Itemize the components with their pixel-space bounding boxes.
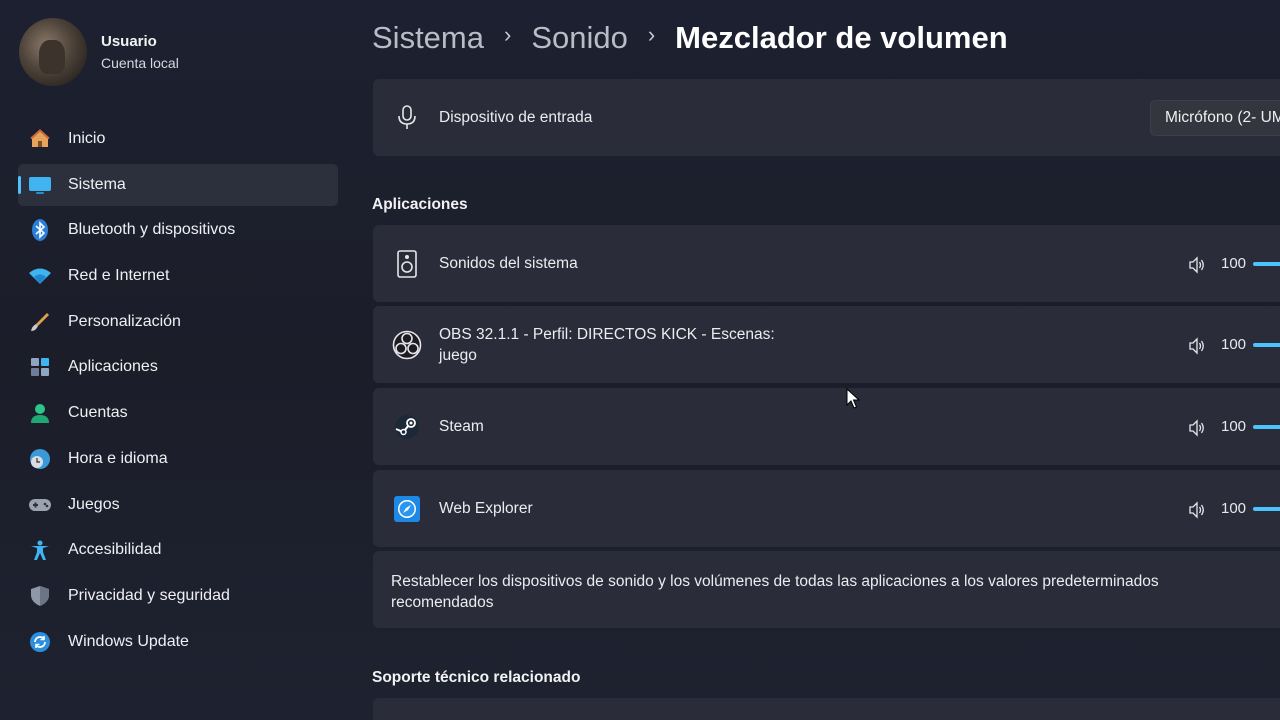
sidebar-item-label: Aplicaciones [68, 358, 158, 376]
breadcrumb-sonido[interactable]: Sonido [531, 20, 628, 56]
input-device-card: Dispositivo de entrada Micrófono (2- UM [373, 79, 1280, 156]
home-icon [28, 127, 52, 151]
related-support-card[interactable] [373, 698, 1280, 720]
monitor-icon [28, 173, 52, 197]
obs-icon [391, 329, 423, 361]
bluetooth-icon [28, 218, 52, 242]
breadcrumb-sistema[interactable]: Sistema [372, 20, 484, 56]
sidebar-item-red[interactable]: Red e Internet [18, 255, 338, 297]
input-device-dropdown[interactable]: Micrófono (2- UM [1150, 100, 1280, 136]
update-icon [28, 630, 52, 654]
app-row-steam: Steam 100 [373, 388, 1280, 465]
sidebar-item-label: Hora e idioma [68, 449, 168, 467]
sidebar-item-label: Accesibilidad [68, 541, 162, 559]
volume-icon[interactable] [1188, 256, 1206, 274]
sidebar-item-label: Juegos [68, 495, 120, 513]
breadcrumb: Sistema › Sonido › Mezclador de volumen [372, 20, 1008, 56]
brush-icon [28, 310, 52, 334]
volume-slider[interactable] [1253, 262, 1280, 266]
app-row-obs: OBS 32.1.1 - Perfil: DIRECTOS KICK - Esc… [373, 306, 1280, 383]
chevron-right-icon: › [647, 22, 656, 47]
user-profile[interactable]: Usuario Cuenta local [19, 18, 179, 86]
related-support-title: Soporte técnico relacionado [372, 669, 581, 686]
input-device-label: Dispositivo de entrada [439, 109, 593, 126]
avatar [19, 18, 87, 86]
sidebar-item-label: Sistema [68, 175, 126, 193]
sidebar-item-sistema[interactable]: Sistema [18, 163, 338, 206]
sidebar: Usuario Cuenta local Inicio Sistema Blue… [0, 0, 350, 720]
sidebar-item-personalizacion[interactable]: Personalización [18, 301, 338, 343]
person-icon [28, 401, 52, 425]
volume-slider[interactable] [1253, 507, 1280, 511]
sidebar-item-label: Red e Internet [68, 267, 170, 285]
reset-description: Restablecer los dispositivos de sonido y… [391, 573, 1159, 611]
shield-icon [28, 584, 52, 608]
clock-globe-icon [28, 447, 52, 471]
sidebar-item-accesibilidad[interactable]: Accesibilidad [18, 529, 338, 571]
browser-icon [391, 493, 423, 525]
sidebar-item-label: Inicio [68, 130, 106, 147]
app-name: Web Explorer [439, 500, 533, 517]
microphone-icon [391, 102, 423, 134]
accessibility-icon [28, 538, 52, 562]
volume-icon[interactable] [1188, 501, 1206, 519]
sidebar-item-label: Windows Update [68, 632, 189, 650]
sidebar-item-hora[interactable]: Hora e idioma [18, 438, 338, 480]
volume-value: 100 [1221, 418, 1247, 435]
sidebar-item-cuentas[interactable]: Cuentas [18, 392, 338, 434]
applications-section-title: Aplicaciones [372, 196, 468, 213]
app-row-sonidos-sistema: Sonidos del sistema 100 [373, 225, 1280, 302]
sidebar-item-label: Privacidad y seguridad [68, 586, 230, 604]
volume-value: 100 [1221, 336, 1247, 353]
volume-icon[interactable] [1188, 419, 1206, 437]
volume-value: 100 [1221, 255, 1247, 272]
volume-slider[interactable] [1253, 425, 1280, 429]
speaker-icon [391, 248, 423, 280]
profile-name: Usuario [101, 33, 157, 50]
volume-icon[interactable] [1188, 337, 1206, 355]
steam-icon [391, 411, 423, 443]
sidebar-item-privacidad[interactable]: Privacidad y seguridad [18, 575, 338, 617]
sidebar-item-inicio[interactable]: Inicio [18, 118, 338, 160]
sidebar-item-windows-update[interactable]: Windows Update [18, 621, 338, 663]
sidebar-item-label: Bluetooth y dispositivos [68, 221, 236, 239]
app-name: Steam [439, 418, 484, 435]
profile-account-type: Cuenta local [101, 55, 179, 71]
sidebar-item-bluetooth[interactable]: Bluetooth y dispositivos [18, 209, 338, 251]
sidebar-item-label: Personalización [68, 312, 181, 330]
app-name: Sonidos del sistema [439, 255, 578, 272]
chevron-right-icon: › [503, 22, 512, 47]
settings-window: Usuario Cuenta local Inicio Sistema Blue… [0, 0, 1280, 720]
volume-slider[interactable] [1253, 343, 1280, 347]
sidebar-nav: Inicio Sistema Bluetooth y dispositivos [18, 118, 338, 666]
app-row-web-explorer: Web Explorer 100 [373, 470, 1280, 547]
apps-icon [28, 355, 52, 379]
page-title: Mezclador de volumen [675, 20, 1008, 55]
sidebar-item-juegos[interactable]: Juegos [18, 484, 338, 526]
volume-value: 100 [1221, 500, 1247, 517]
sidebar-item-aplicaciones[interactable]: Aplicaciones [18, 346, 338, 388]
mouse-cursor-icon [846, 388, 860, 409]
reset-card: Restablecer los dispositivos de sonido y… [373, 551, 1280, 628]
sidebar-item-label: Cuentas [68, 404, 128, 422]
app-name: OBS 32.1.1 - Perfil: DIRECTOS KICK - Esc… [439, 325, 775, 364]
gamepad-icon [28, 493, 52, 517]
wifi-icon [28, 264, 52, 288]
